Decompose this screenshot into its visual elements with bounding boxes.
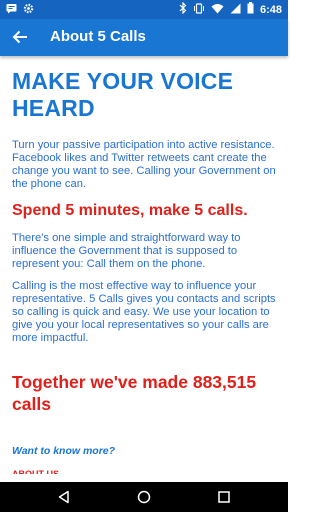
- calling-effective-paragraph: Calling is the most effective way to inf…: [12, 280, 276, 344]
- page-headline: MAKE YOUR VOICE HEARD: [12, 68, 234, 121]
- total-calls-heading: Together we've made 883,515 calls: [12, 372, 257, 414]
- cellular-signal-icon: [230, 3, 241, 17]
- nav-recents-button[interactable]: [214, 487, 234, 507]
- status-clock: 6:48: [259, 3, 282, 16]
- about-content: MAKE YOUR VOICE HEARD Turn your passive …: [0, 56, 288, 482]
- navigation-bar: [0, 482, 288, 512]
- intro-paragraph: Turn your passive participation into act…: [12, 139, 276, 190]
- vibrate-icon: [193, 2, 205, 17]
- spend-time-heading: Spend 5 minutes, make 5 calls.: [12, 202, 248, 219]
- wifi-icon: [211, 3, 224, 17]
- square-recents-icon: [218, 491, 230, 503]
- back-button[interactable]: [8, 25, 32, 49]
- want-to-know-more-link[interactable]: Want to know more?: [12, 445, 276, 457]
- message-notification-icon: [6, 3, 17, 17]
- triangle-back-icon: [58, 490, 69, 504]
- simple-way-paragraph: There's one simple and straightforward w…: [12, 232, 241, 270]
- gear-notification-icon: [23, 3, 34, 17]
- arrow-back-icon: [12, 30, 27, 44]
- status-bar: 6:48: [0, 0, 288, 19]
- bluetooth-icon: [179, 1, 187, 17]
- circle-home-icon: [137, 490, 151, 504]
- app-bar-title: About 5 Calls: [50, 28, 146, 45]
- nav-home-button[interactable]: [134, 487, 154, 507]
- battery-icon: [247, 2, 254, 17]
- app-bar: About 5 Calls: [0, 19, 288, 56]
- about-us-heading: ABOUT US: [12, 469, 59, 474]
- nav-back-button[interactable]: [54, 487, 74, 507]
